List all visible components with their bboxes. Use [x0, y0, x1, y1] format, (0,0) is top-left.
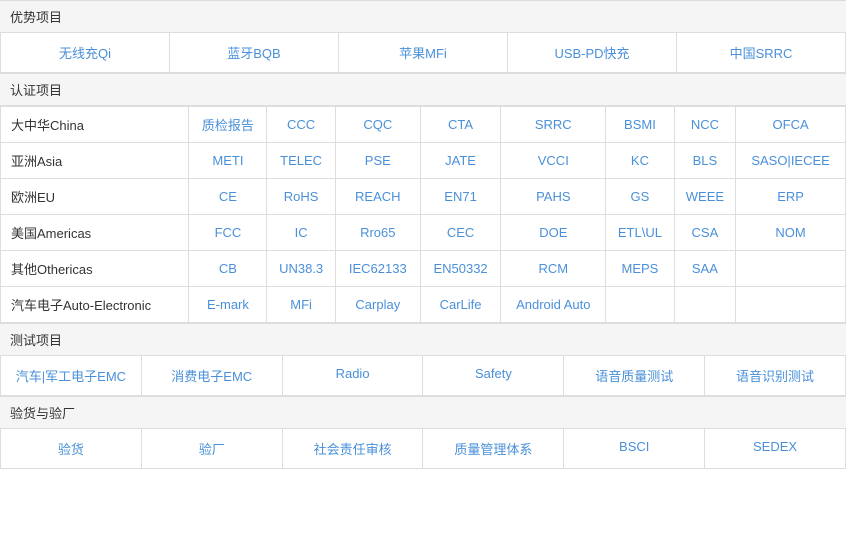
- cert-item[interactable]: ETL\UL: [606, 215, 674, 251]
- cert-item[interactable]: RoHS: [267, 179, 335, 215]
- test-item-2[interactable]: Radio: [283, 356, 424, 395]
- cert-item[interactable]: VCCI: [501, 143, 606, 179]
- advantage-section: 优势项目 无线充Qi 蓝牙BQB 苹果MFi USB-PD快充 中国SRRC: [0, 0, 846, 73]
- row-label-americas: 美国Americas: [1, 215, 189, 251]
- cert-item[interactable]: SASO|IECEE: [736, 143, 846, 179]
- cert-item: [606, 287, 674, 323]
- cert-item[interactable]: TELEC: [267, 143, 335, 179]
- cert-item[interactable]: NCC: [674, 107, 736, 143]
- inspect-row: 验货 验厂 社会责任审核 质量管理体系 BSCI SEDEX: [0, 429, 846, 469]
- cert-item[interactable]: Carplay: [335, 287, 420, 323]
- test-item-1[interactable]: 消费电子EMC: [142, 356, 283, 395]
- cert-item[interactable]: E-mark: [189, 287, 267, 323]
- row-label-china: 大中华China: [1, 107, 189, 143]
- cert-item[interactable]: MFi: [267, 287, 335, 323]
- table-row: 美国Americas FCC IC Rro65 CEC DOE ETL\UL C…: [1, 215, 846, 251]
- cert-item[interactable]: KC: [606, 143, 674, 179]
- cert-item[interactable]: MEPS: [606, 251, 674, 287]
- advantage-item-2[interactable]: 苹果MFi: [339, 33, 508, 72]
- advantage-item-1[interactable]: 蓝牙BQB: [170, 33, 339, 72]
- row-label-other: 其他Othericas: [1, 251, 189, 287]
- row-label-eu: 欧洲EU: [1, 179, 189, 215]
- cert-item[interactable]: BLS: [674, 143, 736, 179]
- advantage-item-0[interactable]: 无线充Qi: [1, 33, 170, 72]
- inspect-item-3[interactable]: 质量管理体系: [423, 429, 564, 468]
- cert-item[interactable]: CQC: [335, 107, 420, 143]
- cert-item[interactable]: IEC62133: [335, 251, 420, 287]
- cert-item: [674, 287, 736, 323]
- inspect-item-5[interactable]: SEDEX: [705, 429, 845, 468]
- table-row: 欧洲EU CE RoHS REACH EN71 PAHS GS WEEE ERP: [1, 179, 846, 215]
- inspection-title: 验货与验厂: [0, 396, 846, 429]
- advantage-item-3[interactable]: USB-PD快充: [508, 33, 677, 72]
- cert-item[interactable]: SRRC: [501, 107, 606, 143]
- cert-item[interactable]: 质检报告: [189, 107, 267, 143]
- table-row: 其他Othericas CB UN38.3 IEC62133 EN50332 R…: [1, 251, 846, 287]
- cert-item[interactable]: GS: [606, 179, 674, 215]
- cert-item[interactable]: CE: [189, 179, 267, 215]
- certification-table: 大中华China 质检报告 CCC CQC CTA SRRC BSMI NCC …: [0, 106, 846, 323]
- cert-item[interactable]: RCM: [501, 251, 606, 287]
- cert-item[interactable]: EN50332: [420, 251, 501, 287]
- test-item-5[interactable]: 语音识别测试: [705, 356, 845, 395]
- cert-item: [736, 251, 846, 287]
- table-row: 汽车电子Auto-Electronic E-mark MFi Carplay C…: [1, 287, 846, 323]
- cert-item[interactable]: PAHS: [501, 179, 606, 215]
- cert-item[interactable]: DOE: [501, 215, 606, 251]
- cert-item[interactable]: CTA: [420, 107, 501, 143]
- test-item-4[interactable]: 语音质量测试: [564, 356, 705, 395]
- cert-item[interactable]: WEEE: [674, 179, 736, 215]
- cert-item[interactable]: JATE: [420, 143, 501, 179]
- table-row: 大中华China 质检报告 CCC CQC CTA SRRC BSMI NCC …: [1, 107, 846, 143]
- advantage-title: 优势项目: [0, 0, 846, 33]
- advantage-item-4[interactable]: 中国SRRC: [677, 33, 845, 72]
- cert-item[interactable]: CarLife: [420, 287, 501, 323]
- test-item-0[interactable]: 汽车|军工电子EMC: [1, 356, 142, 395]
- cert-item: [736, 287, 846, 323]
- inspection-section: 验货与验厂 验货 验厂 社会责任审核 质量管理体系 BSCI SEDEX: [0, 396, 846, 469]
- cert-item[interactable]: UN38.3: [267, 251, 335, 287]
- testing-title: 测试项目: [0, 323, 846, 356]
- cert-item[interactable]: Android Auto: [501, 287, 606, 323]
- cert-item[interactable]: OFCA: [736, 107, 846, 143]
- cert-item[interactable]: IC: [267, 215, 335, 251]
- advantage-row: 无线充Qi 蓝牙BQB 苹果MFi USB-PD快充 中国SRRC: [0, 33, 846, 73]
- cert-item[interactable]: CCC: [267, 107, 335, 143]
- inspect-item-2[interactable]: 社会责任审核: [283, 429, 424, 468]
- cert-item[interactable]: CEC: [420, 215, 501, 251]
- cert-item[interactable]: PSE: [335, 143, 420, 179]
- cert-item[interactable]: ERP: [736, 179, 846, 215]
- cert-item[interactable]: CB: [189, 251, 267, 287]
- inspect-item-4[interactable]: BSCI: [564, 429, 705, 468]
- certification-section: 认证项目 大中华China 质检报告 CCC CQC CTA SRRC BSMI…: [0, 73, 846, 323]
- cert-item[interactable]: METI: [189, 143, 267, 179]
- test-row: 汽车|军工电子EMC 消费电子EMC Radio Safety 语音质量测试 语…: [0, 356, 846, 396]
- inspect-item-1[interactable]: 验厂: [142, 429, 283, 468]
- cert-item[interactable]: BSMI: [606, 107, 674, 143]
- row-label-asia: 亚洲Asia: [1, 143, 189, 179]
- cert-item[interactable]: CSA: [674, 215, 736, 251]
- cert-item[interactable]: SAA: [674, 251, 736, 287]
- cert-item[interactable]: NOM: [736, 215, 846, 251]
- cert-item[interactable]: EN71: [420, 179, 501, 215]
- test-item-3[interactable]: Safety: [423, 356, 564, 395]
- table-row: 亚洲Asia METI TELEC PSE JATE VCCI KC BLS S…: [1, 143, 846, 179]
- inspect-item-0[interactable]: 验货: [1, 429, 142, 468]
- cert-item[interactable]: Rro65: [335, 215, 420, 251]
- cert-item[interactable]: FCC: [189, 215, 267, 251]
- testing-section: 测试项目 汽车|军工电子EMC 消费电子EMC Radio Safety 语音质…: [0, 323, 846, 396]
- certification-title: 认证项目: [0, 73, 846, 106]
- row-label-auto: 汽车电子Auto-Electronic: [1, 287, 189, 323]
- cert-item[interactable]: REACH: [335, 179, 420, 215]
